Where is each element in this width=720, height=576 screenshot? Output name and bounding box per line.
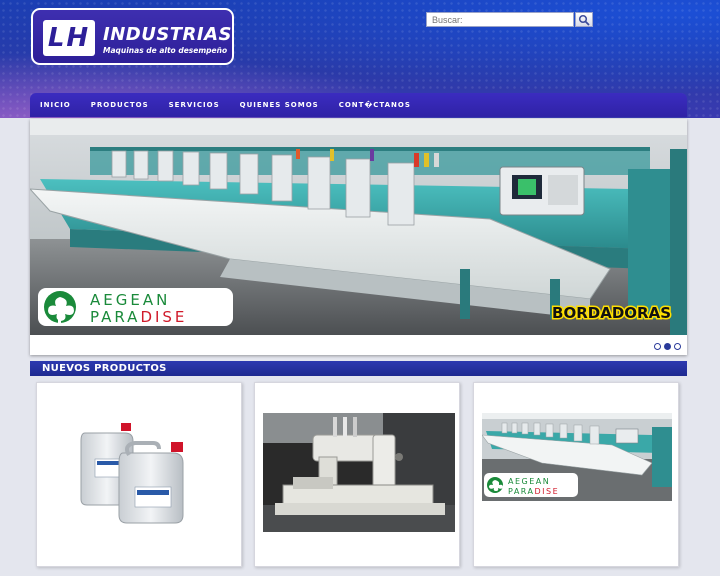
card-badge-aegean: AEGEAN [508,477,550,486]
logo-name: INDUSTRIAS [103,24,233,45]
nav-item-inicio[interactable]: INICIO [40,101,71,109]
main-nav: INICIO PRODUCTOS SERVICIOS QUIENES SOMOS… [30,93,687,117]
search-button[interactable] [575,12,593,27]
badge-word-dise: DISE [140,308,187,326]
chemical-jugs-image [80,423,184,524]
search-icon [578,14,590,26]
product-card-2[interactable] [254,382,460,567]
logo-tagline: Maquinas de alto desempeño [103,46,228,55]
site-logo[interactable]: LH INDUSTRIAS Maquinas de alto desempeño [31,8,234,65]
embroidery-machine-photo: AEGEAN PARADISE BORDADORAS [30,119,687,335]
nav-item-servicios[interactable]: SERVICIOS [169,101,220,109]
slider-dot-3[interactable] [674,343,681,350]
nav-item-contactanos[interactable]: CONT�CTANOS [339,101,411,109]
slide-embroidery-machine: AEGEAN PARADISE BORDADORAS [30,119,687,335]
nav-item-productos[interactable]: PRODUCTOS [91,101,149,109]
section-title: NUEVOS PRODUCTOS [30,361,687,376]
search-input[interactable] [426,12,574,27]
svg-text:PARADISE: PARADISE [508,487,559,496]
slider-pager [654,343,681,350]
logo-mark: LH [43,20,95,56]
search-box [426,12,593,27]
slider-dot-1[interactable] [654,343,661,350]
slider-dot-2[interactable] [664,343,671,350]
slide-caption: BORDADORAS [552,304,671,322]
hero-slider: AEGEAN PARADISE BORDADORAS [30,119,687,355]
card-badge-dise: DISE [535,487,560,496]
nav-item-quienes-somos[interactable]: QUIENES SOMOS [240,101,319,109]
embroidery-machine-image: AEGEAN PARADISE [482,413,672,501]
card-badge-para: PARA [508,487,535,496]
product-card-3[interactable]: AEGEAN PARADISE [473,382,679,567]
sewing-machine-image [263,413,455,532]
badge-word-para: PARA [90,308,140,326]
svg-text:PARADISE: PARADISE [90,308,187,326]
badge-word-aegean: AEGEAN [90,291,170,309]
product-card-1[interactable] [36,382,242,567]
